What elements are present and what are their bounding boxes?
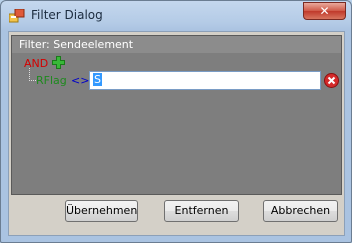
window-title: Filter Dialog — [31, 8, 103, 22]
apply-button[interactable]: Übernehmen — [65, 200, 138, 222]
app-icon — [9, 9, 25, 23]
dialog-client-area: Filter: Sendeelement AND RFlag <> S Über… — [8, 31, 345, 236]
cancel-button[interactable]: Abbrechen — [263, 200, 338, 222]
remove-button[interactable]: Entfernen — [164, 200, 239, 222]
title-bar[interactable]: Filter Dialog ✕ — [1, 1, 351, 31]
plus-icon[interactable] — [52, 56, 65, 69]
condition-value-text: S — [93, 73, 102, 86]
condition-operator[interactable]: <> — [71, 74, 89, 87]
filter-dialog-window: Filter Dialog ✕ Filter: Sendeelement AND… — [0, 0, 352, 243]
remove-icon[interactable] — [324, 73, 339, 88]
tree-connector — [29, 68, 36, 81]
condition-value-input[interactable]: S — [89, 71, 321, 90]
panel-header: Filter: Sendeelement — [12, 36, 341, 53]
condition-field[interactable]: RFlag — [36, 74, 67, 87]
filter-panel: Filter: Sendeelement AND RFlag <> S — [11, 35, 342, 195]
group-operator[interactable]: AND — [24, 57, 48, 70]
close-button[interactable]: ✕ — [303, 2, 346, 20]
